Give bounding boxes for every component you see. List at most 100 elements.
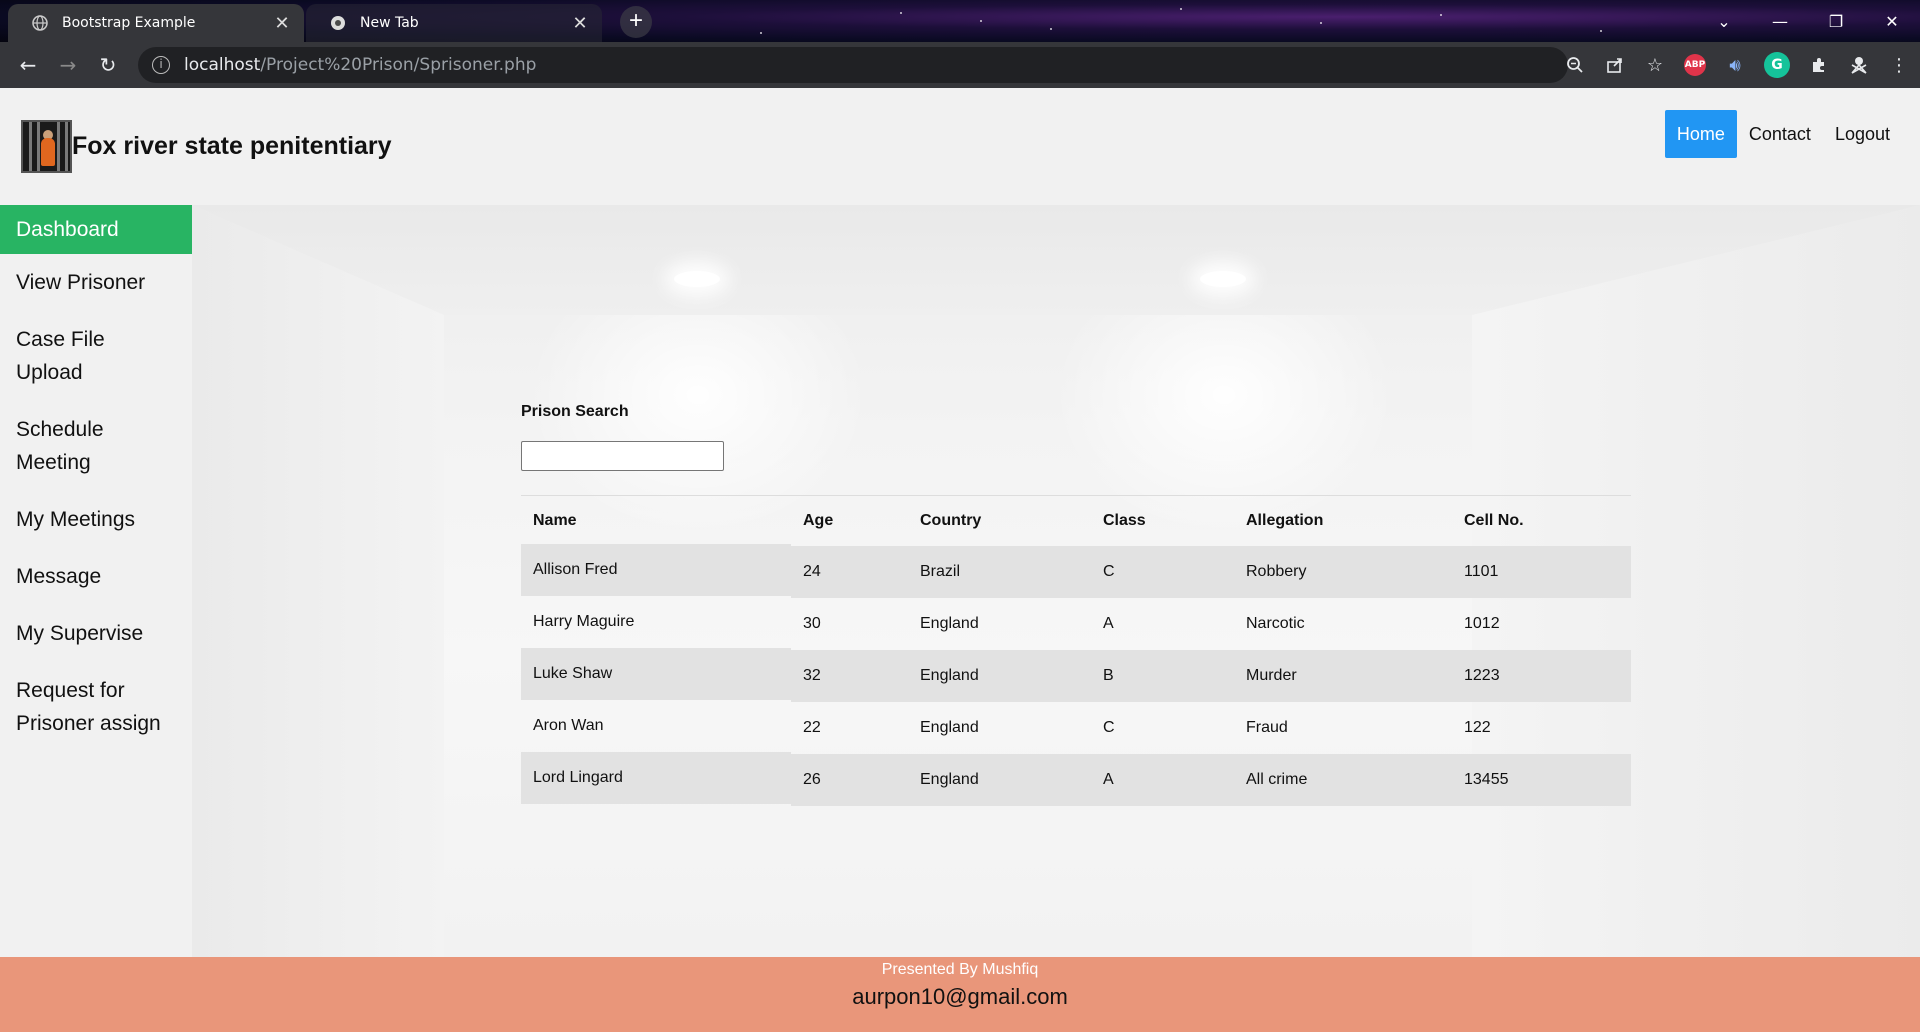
cell-allegation: Robbery: [1246, 562, 1307, 580]
sidebar-item-request-prisoner-assign[interactable]: Request for Prisoner assign: [0, 662, 192, 752]
tab-title: New Tab: [360, 15, 419, 31]
cell-name: Luke Shaw: [533, 664, 613, 682]
nav-logout-link[interactable]: Logout: [1823, 110, 1902, 158]
chrome-icon: [330, 15, 346, 31]
cell-age: 32: [803, 666, 821, 684]
nav-contact-link[interactable]: Contact: [1737, 110, 1823, 158]
column-header-cell-no: Cell No.: [1452, 495, 1631, 546]
sidebar-item-case-file-upload[interactable]: Case File Upload: [0, 311, 192, 401]
cell-cell-no: 1223: [1464, 666, 1500, 684]
url-field[interactable]: i localhost/Project%20Prison/Sprisoner.p…: [138, 47, 1568, 83]
reload-icon[interactable]: ↻: [88, 53, 128, 77]
window-controls: ⌄ — ❐ ✕: [1696, 0, 1920, 42]
cell-class: A: [1103, 770, 1114, 788]
ceiling-light: [674, 271, 720, 287]
globe-icon: [32, 15, 48, 31]
cell-class: C: [1103, 562, 1115, 580]
decor-star: [1440, 14, 1442, 16]
share-icon[interactable]: [1604, 54, 1626, 76]
main-content: Prison Search Name Age Country Class All…: [192, 205, 1920, 957]
cell-allegation: Murder: [1246, 666, 1297, 684]
sidebar-item-my-meetings[interactable]: My Meetings: [0, 491, 192, 548]
cell-name: Aron Wan: [533, 716, 604, 734]
sidebar: Dashboard View Prisoner Case File Upload…: [0, 205, 192, 957]
sidebar-item-view-prisoner[interactable]: View Prisoner: [0, 254, 192, 311]
grammarly-icon[interactable]: G: [1764, 52, 1790, 78]
tab-new-tab[interactable]: New Tab ✕: [306, 4, 602, 42]
close-window-icon[interactable]: ✕: [1864, 12, 1920, 31]
column-header-country: Country: [908, 495, 1091, 546]
cell-age: 22: [803, 718, 821, 736]
new-tab-button[interactable]: +: [620, 6, 652, 38]
decor-star: [1180, 8, 1182, 10]
decor-star: [1320, 22, 1322, 24]
cell-name: Lord Lingard: [533, 768, 623, 786]
speaker-icon[interactable]: 🔊︎: [1724, 54, 1746, 76]
decor-star: [980, 20, 982, 22]
ceiling-light: [1200, 271, 1246, 287]
cell-cell-no: 1012: [1464, 614, 1500, 632]
star-bookmark-icon[interactable]: ☆: [1644, 54, 1666, 76]
prison-logo: [21, 120, 72, 173]
restore-icon[interactable]: ❐: [1808, 12, 1864, 31]
zoom-icon[interactable]: [1564, 54, 1586, 76]
prisoner-table: Name Age Country Class Allegation Cell N…: [521, 495, 1631, 806]
cell-allegation: Fraud: [1246, 718, 1288, 736]
cell-name: Harry Maguire: [533, 612, 635, 630]
site-title: Fox river state penitentiary: [72, 132, 392, 160]
column-header-allegation: Allegation: [1234, 495, 1452, 546]
cell-country: England: [920, 770, 979, 788]
cell-cell-no: 1101: [1464, 562, 1499, 580]
nav-home-link[interactable]: Home: [1664, 110, 1737, 158]
cell-cell-no: 13455: [1464, 770, 1509, 788]
cell-country: England: [920, 666, 979, 684]
decor-star: [1050, 28, 1052, 30]
top-nav: Home Contact Logout: [1664, 110, 1902, 158]
adblock-icon[interactable]: ABP: [1684, 54, 1706, 76]
cell-class: A: [1103, 614, 1114, 632]
sidebar-item-schedule-meeting[interactable]: Schedule Meeting: [0, 401, 192, 491]
decor-star: [1600, 30, 1602, 32]
info-icon[interactable]: i: [152, 56, 170, 74]
cell-age: 30: [803, 614, 821, 632]
decor-star: [760, 32, 762, 34]
prison-search-input[interactable]: [521, 441, 724, 471]
tab-bootstrap-example[interactable]: Bootstrap Example ✕: [8, 4, 304, 42]
cell-age: 24: [803, 562, 821, 580]
sidebar-item-message[interactable]: Message: [0, 548, 192, 605]
browser-tab-bar: Bootstrap Example ✕ New Tab ✕ + ⌄ — ❐ ✕: [0, 0, 1920, 42]
decor-star: [900, 12, 902, 14]
cell-age: 26: [803, 770, 821, 788]
footer-presented-by: Presented By Mushfiq: [881, 961, 1039, 978]
kebab-menu-icon[interactable]: ⋮: [1888, 54, 1910, 76]
table-row: Harry Maguire 30 England A Narcotic 1012: [521, 598, 1631, 650]
browser-address-bar: ← → ↻ i localhost/Project%20Prison/Spris…: [0, 42, 1920, 88]
cell-country: Brazil: [920, 562, 961, 580]
table-header-row: Name Age Country Class Allegation Cell N…: [521, 495, 1631, 546]
table-row: Luke Shaw 32 England B Murder 1223: [521, 649, 1631, 702]
site-header: Fox river state penitentiary Home Contac…: [0, 88, 1920, 205]
browser-toolbar: ☆ ABP 🔊︎ G ⋮: [1564, 42, 1910, 88]
puzzle-extensions-icon[interactable]: [1808, 54, 1830, 76]
web-page: Fox river state penitentiary Home Contac…: [0, 88, 1920, 1032]
sidebar-item-my-supervise[interactable]: My Supervise: [0, 605, 192, 662]
back-arrow-icon[interactable]: ←: [8, 53, 48, 77]
close-icon[interactable]: ✕: [570, 14, 590, 32]
minimize-icon[interactable]: —: [1752, 12, 1808, 31]
chevron-down-icon[interactable]: ⌄: [1696, 12, 1752, 31]
column-header-name: Name: [521, 495, 791, 546]
close-icon[interactable]: ✕: [272, 14, 292, 32]
forward-arrow-icon[interactable]: →: [48, 53, 88, 77]
table-row: Lord Lingard 26 England A All crime 1345…: [521, 753, 1631, 806]
prison-search-label: Prison Search: [521, 403, 629, 420]
cell-allegation: Narcotic: [1246, 614, 1305, 632]
cell-allegation: All crime: [1246, 770, 1308, 788]
table-row: Allison Fred 24 Brazil C Robbery 1101: [521, 545, 1631, 598]
cell-country: England: [920, 614, 979, 632]
profile-icon[interactable]: [1848, 54, 1870, 76]
background-left-wall: [192, 205, 444, 957]
tab-title: Bootstrap Example: [62, 15, 196, 31]
cell-class: B: [1103, 666, 1114, 684]
site-footer: Presented By Mushfiq aurpon10@gmail.com: [0, 957, 1920, 1032]
sidebar-item-dashboard[interactable]: Dashboard: [0, 205, 192, 254]
